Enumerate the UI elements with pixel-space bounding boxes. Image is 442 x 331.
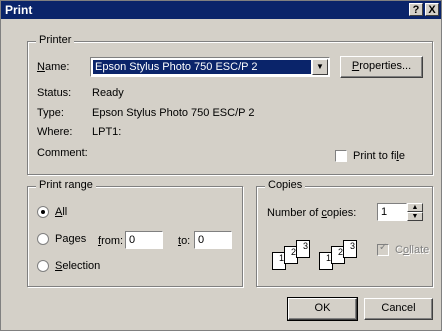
print-dialog: Print ? X Printer Name: Epson Stylus Pho… [0,0,442,331]
number-of-copies-label: Number of copies: [267,207,357,219]
print-range-legend: Print range [36,179,96,191]
type-label: Type: [37,107,64,119]
ok-button[interactable]: OK [287,297,358,321]
pages-label[interactable]: Pages [55,233,86,245]
pages-radio[interactable] [37,233,49,245]
to-input[interactable]: 0 [194,231,232,249]
name-label: Name: [37,61,70,73]
from-input[interactable]: 0 [125,231,163,249]
spin-up-icon[interactable]: ▲ [407,203,423,212]
status-label: Status: [37,87,72,99]
copies-input[interactable]: 1 [377,203,407,221]
all-radio[interactable] [37,206,49,218]
type-value: Epson Stylus Photo 750 ESC/P 2 [92,107,255,119]
where-value: LPT1: [92,126,122,138]
status-value: Ready [92,87,124,99]
dialog-title: Print [5,3,33,17]
from-label: from: [98,235,124,247]
comment-label: Comment: [37,147,88,159]
chevron-down-icon[interactable]: ▼ [312,59,328,75]
selection-radio[interactable] [37,260,49,272]
cancel-button[interactable]: Cancel [364,298,433,320]
close-button[interactable]: X [425,3,439,16]
properties-button[interactable]: Properties... [340,56,423,78]
print-to-file-checkbox[interactable] [335,150,347,162]
help-button[interactable]: ? [409,3,423,16]
where-label: Where: [37,126,73,138]
printer-name-value: Epson Stylus Photo 750 ESC/P 2 [93,60,311,74]
title-bar: Print ? X [1,1,441,19]
collate-label: Collate [395,244,430,256]
copies-group: Copies [256,179,433,287]
to-label: to: [178,235,191,247]
printer-name-select[interactable]: Epson Stylus Photo 750 ESC/P 2 ▼ [90,57,330,77]
selection-label[interactable]: Selection [55,260,100,272]
copies-spinner[interactable]: ▲ ▼ [407,203,423,221]
spin-down-icon[interactable]: ▼ [407,212,423,221]
collate-checkbox[interactable] [377,242,389,256]
all-label[interactable]: All [55,206,67,218]
print-to-file-label[interactable]: Print to file [353,150,405,162]
printer-legend: Printer [36,34,75,46]
copies-legend: Copies [265,179,306,191]
